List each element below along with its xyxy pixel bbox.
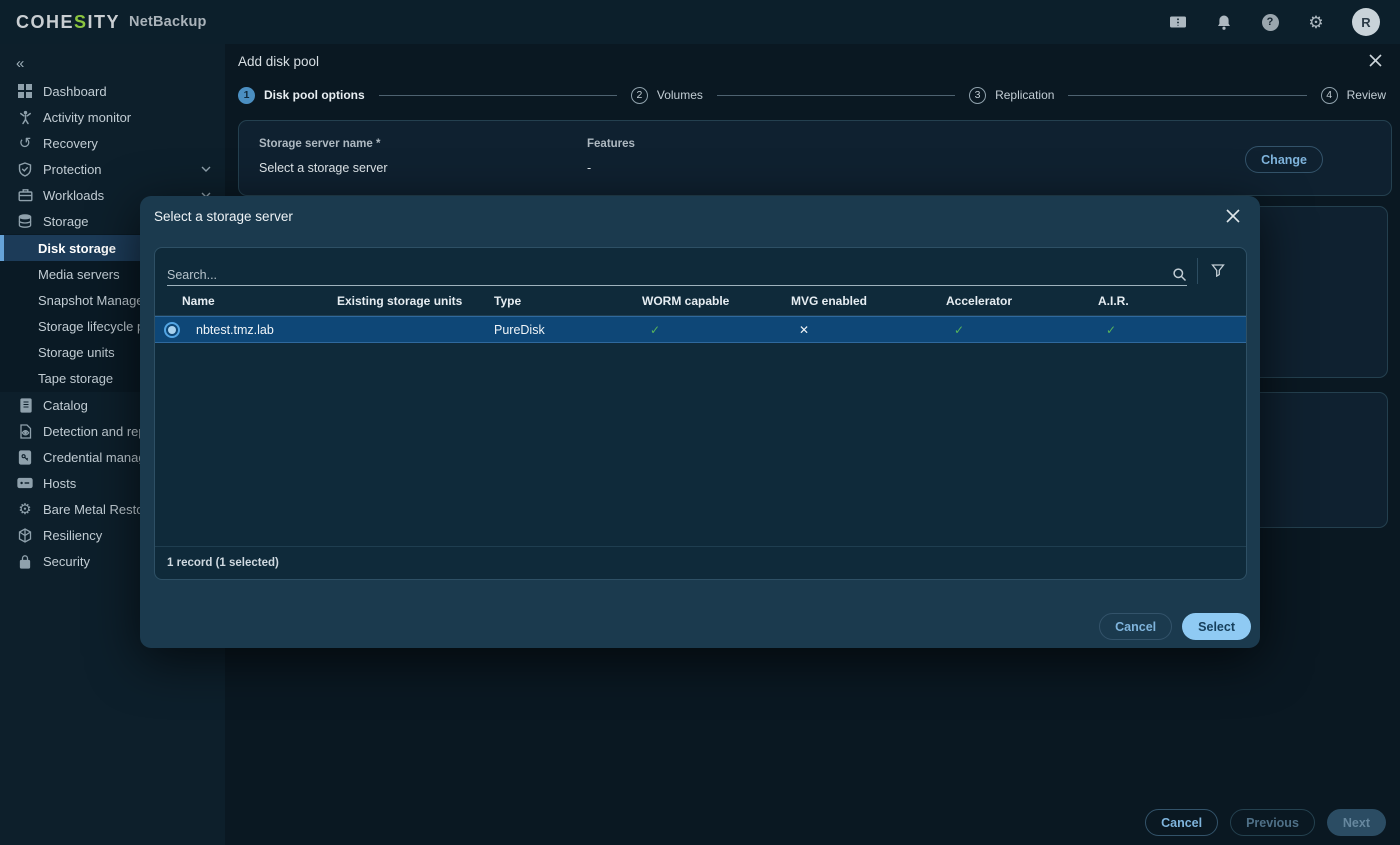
resiliency-icon (17, 527, 33, 543)
column-existing-storage-units: Existing storage units (310, 294, 467, 308)
row-radio-selected[interactable] (164, 322, 180, 338)
chevron-down-icon (201, 166, 211, 172)
storage-server-name-value: Select a storage server (259, 161, 1371, 175)
column-type: Type (467, 294, 615, 308)
sidebar-collapse-button[interactable]: « (0, 48, 225, 78)
modal-cancel-button[interactable]: Cancel (1099, 613, 1172, 640)
modal-select-button[interactable]: Select (1182, 613, 1251, 640)
search-row (155, 248, 1246, 286)
step-replication[interactable]: 3 Replication (969, 87, 1054, 104)
column-mvg-enabled: MVG enabled (764, 294, 919, 308)
select-storage-server-modal: Select a storage server Name Existing st… (140, 196, 1260, 648)
search-input[interactable] (167, 268, 1172, 282)
product-name: NetBackup (129, 14, 207, 30)
table-header: Name Existing storage units Type WORM ca… (155, 286, 1246, 316)
activity-monitor-icon (17, 109, 33, 125)
wizard-next-button[interactable]: Next (1327, 809, 1386, 836)
features-label: Features (587, 138, 635, 150)
collapse-chevrons-icon: « (16, 55, 24, 72)
catalog-icon (17, 397, 33, 413)
cohesity-logo: COHESITY (16, 12, 120, 33)
bare-metal-restore-icon: ⚙ (17, 501, 33, 517)
sidebar-item-recovery[interactable]: ↺ Recovery (0, 130, 225, 156)
notifications-bell-icon[interactable] (1214, 12, 1234, 32)
step-volumes[interactable]: 2 Volumes (631, 87, 703, 104)
wizard-close-icon[interactable] (1369, 54, 1382, 67)
air-check-icon: ✓ (1071, 323, 1246, 337)
table-row[interactable]: nbtest.tmz.lab PureDisk ✓ ✕ ✓ ✓ (155, 316, 1246, 343)
table-empty-area (155, 343, 1246, 546)
column-worm-capable: WORM capable (615, 294, 764, 308)
sidebar-item-protection[interactable]: Protection (0, 156, 225, 182)
step-connector (717, 95, 955, 96)
features-value: - (587, 161, 635, 175)
protection-shield-icon (17, 161, 33, 177)
worm-capable-check-icon: ✓ (615, 323, 764, 337)
storage-database-icon (17, 213, 33, 229)
record-count: 1 record (1 selected) (155, 546, 1246, 579)
modal-title: Select a storage server (154, 209, 293, 224)
credential-key-icon (17, 449, 33, 465)
hosts-icon (17, 475, 33, 491)
step-review[interactable]: 4 Review (1321, 87, 1386, 104)
wizard-stepper: 1 Disk pool options 2 Volumes 3 Replicat… (238, 85, 1386, 105)
security-lock-icon (17, 553, 33, 569)
user-avatar[interactable]: R (1352, 8, 1380, 36)
divider (1197, 258, 1198, 284)
license-icon[interactable] (1168, 12, 1188, 32)
settings-gear-icon[interactable]: ⚙ (1306, 12, 1326, 32)
change-button[interactable]: Change (1245, 146, 1323, 173)
dashboard-icon (17, 83, 33, 99)
storage-server-card: Storage server name * Select a storage s… (238, 120, 1392, 196)
search-icon[interactable] (1172, 267, 1187, 282)
server-name: nbtest.tmz.lab (196, 323, 274, 337)
mvg-enabled-cross-icon: ✕ (764, 323, 919, 337)
detection-report-icon (17, 423, 33, 439)
accelerator-check-icon: ✓ (919, 323, 1071, 337)
column-accelerator: Accelerator (919, 294, 1071, 308)
sidebar-item-dashboard[interactable]: Dashboard (0, 78, 225, 104)
column-name: Name (155, 294, 310, 308)
row-type: PureDisk (467, 323, 615, 337)
wizard-cancel-button[interactable]: Cancel (1145, 809, 1218, 836)
filter-icon[interactable] (1202, 255, 1234, 285)
sidebar-item-activity-monitor[interactable]: Activity monitor (0, 104, 225, 130)
wizard-previous-button[interactable]: Previous (1230, 809, 1315, 836)
step-connector (379, 95, 617, 96)
column-air: A.I.R. (1071, 294, 1246, 308)
step-disk-pool-options[interactable]: 1 Disk pool options (238, 87, 365, 104)
modal-close-icon[interactable] (1226, 209, 1240, 223)
topbar: COHESITY NetBackup ? ⚙ R (0, 0, 1400, 44)
storage-server-table-panel: Name Existing storage units Type WORM ca… (154, 247, 1247, 580)
help-icon[interactable]: ? (1260, 12, 1280, 32)
workloads-briefcase-icon (17, 187, 33, 203)
step-connector (1068, 95, 1306, 96)
recovery-icon: ↺ (17, 135, 33, 151)
storage-server-name-label: Storage server name * (259, 138, 1371, 150)
page-title: Add disk pool (238, 54, 319, 69)
